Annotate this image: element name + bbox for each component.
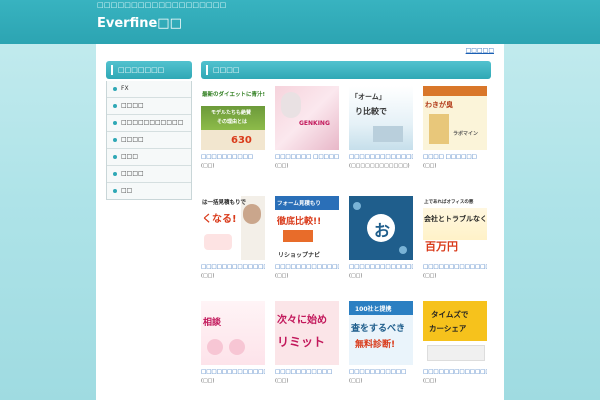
article-category: (□□□□□□□□□□□□) bbox=[349, 163, 410, 169]
article-thumbnail[interactable]: 100社と提携 査をするべき 無料診断! bbox=[349, 301, 413, 365]
article-title[interactable]: □□□□□□□ □□□□□□ bbox=[275, 154, 339, 161]
article-title[interactable]: □□□□□□□□□□□□□□□□ bbox=[349, 154, 413, 161]
article-thumbnail[interactable]: 相談 bbox=[201, 301, 265, 365]
sidebar-item-4[interactable]: □□□□ bbox=[107, 132, 191, 149]
article-card[interactable]: 次々に始め リミット □□□□□□□□□□□ (□□) bbox=[275, 301, 339, 384]
sidebar-category-list: FX □□□□ □□□□□□□□□□□ □□□□ □□□ □□□□ □□ bbox=[106, 81, 192, 200]
sidebar-item-3[interactable]: □□□□□□□□□□□ bbox=[107, 115, 191, 132]
article-title[interactable]: □□□□ □□□□□□ bbox=[423, 154, 487, 161]
article-category: (□□) bbox=[201, 163, 215, 169]
article-category: (□□) bbox=[275, 163, 289, 169]
main-content: □□□□ 最新のダイエットに青汁! モデルたちも絶賛 その理由とは 630 □□… bbox=[201, 61, 491, 384]
article-card[interactable]: お □□□□□□□□□□□□□□□□ (□□) bbox=[349, 196, 413, 279]
article-card[interactable]: GENKING □□□□□□□ □□□□□□ (□□) bbox=[275, 86, 339, 169]
article-title[interactable]: □□□□□□□□□□□□□□□ bbox=[423, 369, 487, 376]
sidebar-title: □□□□□□□ bbox=[106, 61, 192, 79]
site-tagline: □□□□□□□□□□□□□□□□□□□ bbox=[97, 1, 227, 9]
sidebar-item-7[interactable]: □□ bbox=[107, 183, 191, 199]
article-category: (□□) bbox=[201, 378, 215, 384]
article-title[interactable]: □□□□□□□□□□□ bbox=[349, 369, 413, 376]
section-title: □□□□ bbox=[201, 61, 491, 79]
article-card[interactable]: は一括見積もりで くなる! □□□□□□□□□□□□□□□□ (□□) bbox=[201, 196, 265, 279]
article-thumbnail[interactable]: 「オーム」 り比較で bbox=[349, 86, 413, 150]
article-thumbnail[interactable]: 上であればオフィスの悪 会社とトラブルなく 百万円 bbox=[423, 196, 487, 260]
site-logo[interactable]: Everfine□□ bbox=[97, 16, 182, 31]
article-title[interactable]: □□□□□□□□□□□□□□□□ bbox=[201, 264, 265, 271]
article-card[interactable]: 最新のダイエットに青汁! モデルたちも絶賛 その理由とは 630 □□□□□□□… bbox=[201, 86, 265, 169]
article-title[interactable]: □□□□□□□□□□□ bbox=[275, 369, 339, 376]
sidebar-item-6[interactable]: □□□□ bbox=[107, 166, 191, 183]
article-card[interactable]: 上であればオフィスの悪 会社とトラブルなく 百万円 □□□□□□□□□□□□□□… bbox=[423, 196, 487, 279]
article-category: (□□) bbox=[275, 378, 289, 384]
article-title[interactable]: □□□□□□□□□□□□□□□□ bbox=[349, 264, 413, 271]
article-category: (□□) bbox=[423, 378, 437, 384]
article-thumbnail[interactable]: 最新のダイエットに青汁! モデルたちも絶賛 その理由とは 630 bbox=[201, 86, 265, 150]
article-thumbnail[interactable]: お bbox=[349, 196, 413, 260]
article-card[interactable]: タイムズで カーシェア □□□□□□□□□□□□□□□ (□□) bbox=[423, 301, 487, 384]
sidebar-item-2[interactable]: □□□□ bbox=[107, 98, 191, 115]
article-title[interactable]: □□□□□□□□□□ bbox=[201, 154, 265, 161]
article-title[interactable]: □□□□□□□□□□□□□□□□ bbox=[423, 264, 487, 271]
article-category: (□□) bbox=[349, 378, 363, 384]
article-card[interactable]: フォーム見積もり 徹底比較!! リショップナビ □□□□□□□□□□□□□□□□… bbox=[275, 196, 339, 279]
article-thumbnail[interactable]: 次々に始め リミット bbox=[275, 301, 339, 365]
sidebar-item-fx[interactable]: FX bbox=[107, 81, 191, 98]
article-card[interactable]: 100社と提携 査をするべき 無料診断! □□□□□□□□□□□ (□□) bbox=[349, 301, 413, 384]
site-header: □□□□□□□□□□□□□□□□□□□ Everfine□□ bbox=[0, 0, 600, 44]
article-title[interactable]: □□□□□□□□□□□□□ bbox=[201, 369, 265, 376]
article-category: (□□) bbox=[423, 163, 437, 169]
sidebar-item-5[interactable]: □□□ bbox=[107, 149, 191, 166]
article-category: (□□) bbox=[423, 273, 437, 279]
top-right-link[interactable]: □□□□□ bbox=[466, 47, 494, 54]
article-category: (□□) bbox=[349, 273, 363, 279]
article-card[interactable]: わきが臭 ラボマイン □□□□ □□□□□□ (□□) bbox=[423, 86, 487, 169]
article-category: (□□) bbox=[275, 273, 289, 279]
article-thumbnail[interactable]: フォーム見積もり 徹底比較!! リショップナビ bbox=[275, 196, 339, 260]
article-thumbnail[interactable]: わきが臭 ラボマイン bbox=[423, 86, 487, 150]
article-card[interactable]: 相談 □□□□□□□□□□□□□ (□□) bbox=[201, 301, 265, 384]
article-category: (□□) bbox=[201, 273, 215, 279]
article-thumbnail[interactable]: GENKING bbox=[275, 86, 339, 150]
article-title[interactable]: □□□□□□□□□□□□□□□□ bbox=[275, 264, 339, 271]
sidebar: □□□□□□□ FX □□□□ □□□□□□□□□□□ □□□□ □□□ □□□… bbox=[106, 61, 192, 200]
article-card[interactable]: 「オーム」 り比較で □□□□□□□□□□□□□□□□ (□□□□□□□□□□□… bbox=[349, 86, 413, 169]
content-wrapper: □□□□□ □□□□□□□ FX □□□□ □□□□□□□□□□□ □□□□ □… bbox=[96, 44, 504, 400]
article-thumbnail[interactable]: タイムズで カーシェア bbox=[423, 301, 487, 365]
article-thumbnail[interactable]: は一括見積もりで くなる! bbox=[201, 196, 265, 260]
